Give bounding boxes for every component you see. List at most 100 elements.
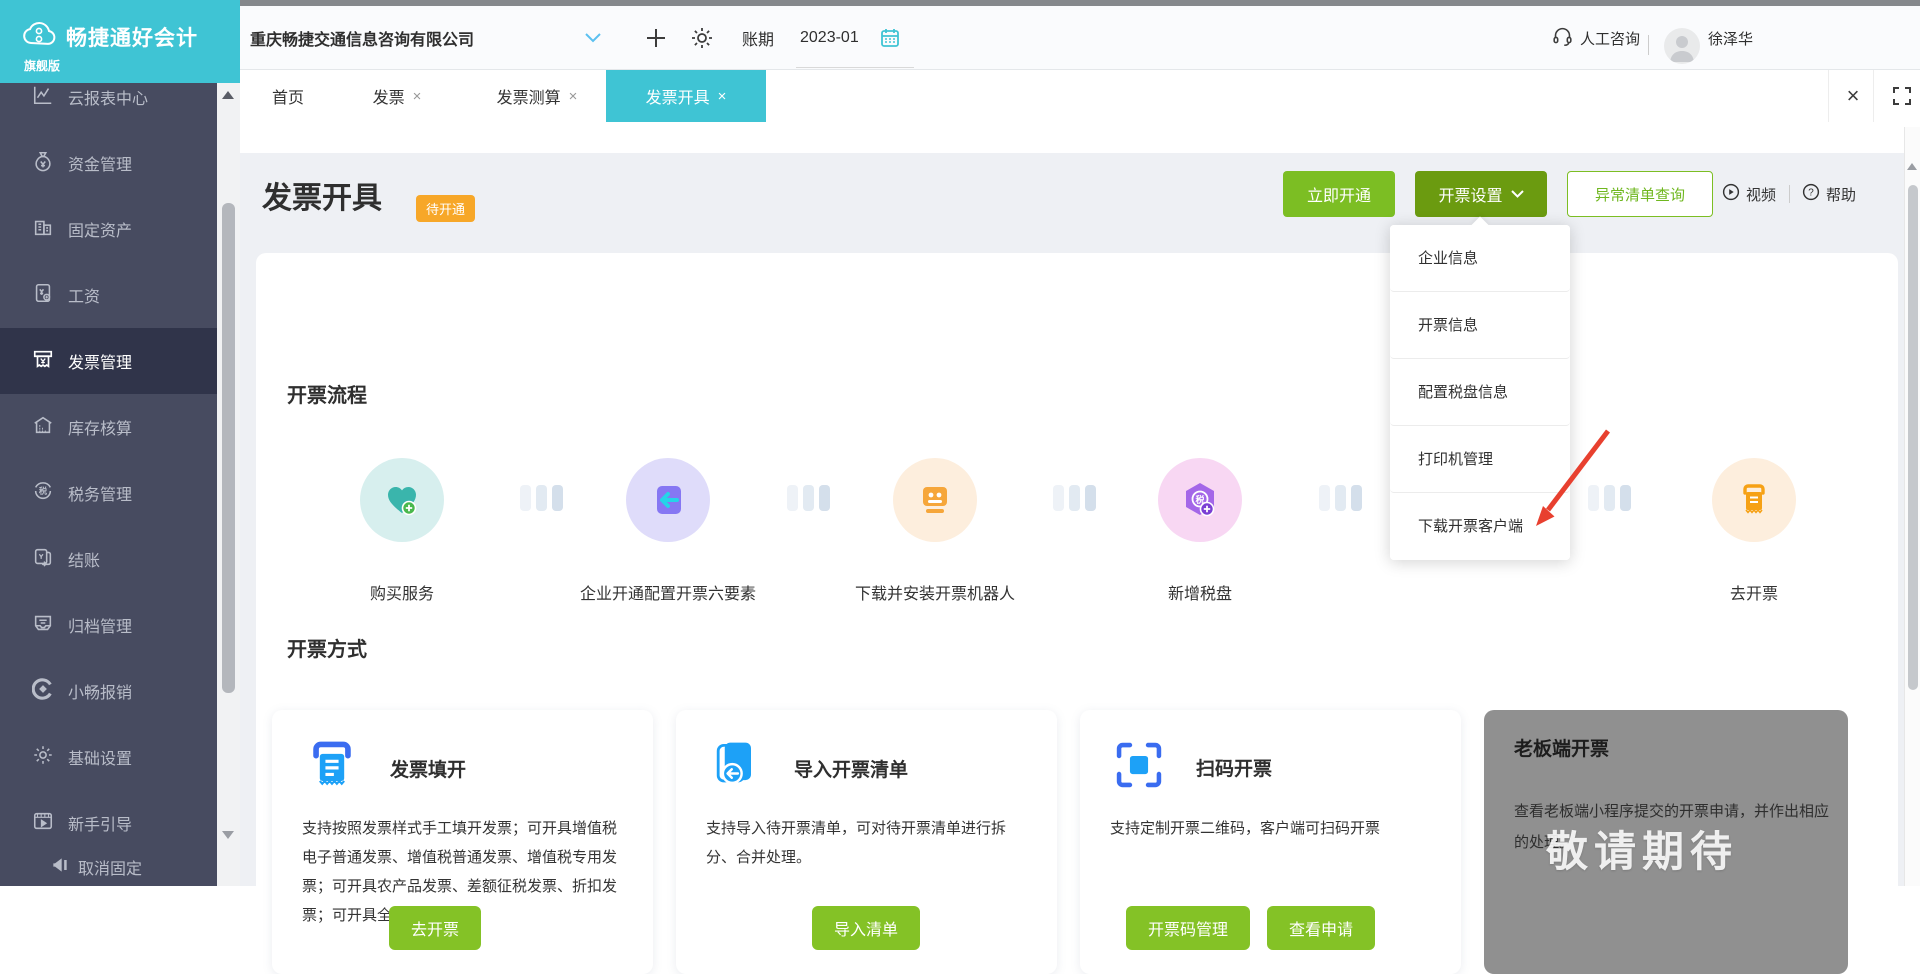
tab-bar: 首页 发票 × 发票测算 × 发票开具 × × bbox=[240, 70, 1920, 153]
flow-step-label: 企业开通配置开票六要素 bbox=[579, 586, 756, 603]
app-title: 畅捷通好会计 bbox=[66, 26, 198, 50]
menu-item-enterprise-info[interactable]: 企业信息 bbox=[1390, 225, 1570, 292]
svg-text:税: 税 bbox=[39, 486, 48, 496]
flow-section-title: 开票流程 bbox=[287, 385, 367, 407]
main-content: 发票开具 待开通 立即开通 开票设置 异常清单查询 视频 ? 帮助 开票流程 开… bbox=[240, 153, 1904, 974]
invoice-machine-icon bbox=[32, 348, 54, 375]
close-all-tabs-button[interactable]: × bbox=[1834, 70, 1872, 122]
app-edition: 旗舰版 bbox=[24, 59, 61, 73]
sidebar-item-archive[interactable]: 归档管理 bbox=[0, 592, 217, 658]
tab-invoice[interactable]: 发票 × bbox=[352, 70, 442, 122]
sidebar-item-guide[interactable]: 新手引导 bbox=[0, 790, 217, 856]
link-divider bbox=[1789, 185, 1790, 203]
sidebar-item-inventory[interactable]: 库存核算 bbox=[0, 394, 217, 460]
card-description: 支持导入待开票清单，可对待开票清单进行拆分、合并处理。 bbox=[706, 820, 1007, 866]
sidebar-scrollbar-thumb[interactable] bbox=[222, 203, 235, 693]
flow-step-buy-service: 购买服务 bbox=[282, 458, 522, 604]
add-account-icon[interactable] bbox=[645, 6, 667, 70]
method-card-scan-code[interactable]: 扫码开票 支持定制开票二维码，客户端可扫码开票 开票码管理 查看申请 bbox=[1080, 710, 1461, 974]
flow-step-label: 新增税盘 bbox=[1167, 586, 1232, 603]
flow-step-enterprise-config: 企业开通配置开票六要素 bbox=[548, 458, 788, 604]
fullscreen-icon[interactable] bbox=[1880, 70, 1920, 122]
page-title: 发票开具 bbox=[262, 182, 382, 215]
sidebar: 云报表中心 资金管理 固定资产 工资 发票管理 库存核算 税 税务管理 结账 归… bbox=[0, 70, 217, 886]
guide-video-icon bbox=[32, 810, 54, 837]
invoice-code-manage-button[interactable]: 开票码管理 bbox=[1126, 906, 1251, 950]
sidebar-item-tax[interactable]: 税 税务管理 bbox=[0, 460, 217, 526]
scroll-up-icon[interactable] bbox=[222, 91, 234, 99]
sidebar-item-invoice[interactable]: 发票管理 bbox=[0, 328, 217, 394]
tabbar-separator bbox=[1873, 70, 1874, 122]
building-icon bbox=[32, 216, 54, 243]
sidebar-item-settings[interactable]: 基础设置 bbox=[0, 724, 217, 790]
method-card-invoice-fill[interactable]: 发票填开 支持按照发票样式手工填开发票；可开具增值税电子普通发票、增值税普通发票… bbox=[272, 710, 653, 974]
card-title: 发票填开 bbox=[390, 760, 467, 781]
tab-close-icon[interactable]: × bbox=[569, 88, 578, 105]
cloud-logo-icon bbox=[22, 20, 58, 53]
method-card-import-list[interactable]: 导入开票清单 支持导入待开票清单，可对待开票清单进行拆分、合并处理。 导入清单 bbox=[676, 710, 1057, 974]
video-link[interactable]: 视频 bbox=[1722, 183, 1776, 205]
warehouse-icon bbox=[32, 414, 54, 441]
checkout-cards-icon bbox=[32, 546, 54, 573]
go-invoice-button[interactable]: 去开票 bbox=[389, 906, 482, 950]
period-label: 账期 bbox=[742, 32, 775, 49]
archive-tray-icon bbox=[32, 612, 54, 639]
question-circle-icon: ? bbox=[1802, 183, 1820, 205]
flow-step-label: 下载并安装开票机器人 bbox=[854, 586, 1015, 603]
card-title: 老板端开票 bbox=[1514, 739, 1610, 760]
topbar-divider bbox=[1648, 35, 1649, 55]
support-link[interactable]: 人工咨询 bbox=[1552, 6, 1640, 70]
chevron-down-icon bbox=[1510, 185, 1524, 203]
blue-import-list-icon bbox=[706, 736, 766, 801]
help-link[interactable]: ? 帮助 bbox=[1802, 183, 1856, 205]
sidebar-scrollbar[interactable] bbox=[217, 83, 240, 886]
period-value[interactable]: 2023-01 bbox=[800, 6, 859, 70]
card-title: 扫码开票 bbox=[1196, 759, 1273, 780]
red-annotation-arrow bbox=[1536, 429, 1610, 526]
menu-item-tax-disk-config[interactable]: 配置税盘信息 bbox=[1390, 359, 1570, 426]
heart-plus-icon bbox=[360, 458, 444, 542]
orange-printer-icon bbox=[1712, 458, 1796, 542]
invoice-settings-button[interactable]: 开票设置 bbox=[1415, 171, 1547, 217]
card-description: 支持定制开票二维码，客户端可扫码开票 bbox=[1110, 820, 1381, 837]
activate-now-button[interactable]: 立即开通 bbox=[1283, 171, 1395, 217]
card-title: 导入开票清单 bbox=[794, 760, 909, 781]
sidebar-item-closing[interactable]: 结账 bbox=[0, 526, 217, 592]
avatar[interactable] bbox=[1664, 28, 1700, 64]
tax-icon: 税 bbox=[32, 480, 54, 507]
payroll-doc-icon bbox=[32, 282, 54, 309]
main-scrollbar-thumb[interactable] bbox=[1908, 185, 1918, 690]
tab-close-icon[interactable]: × bbox=[413, 88, 422, 105]
sidebar-item-payroll[interactable]: 工资 bbox=[0, 262, 217, 328]
method-card-boss-invoice: 老板端开票 查看老板端小程序提交的开票申请，并作出相应的处理。 敬请期待 bbox=[1484, 710, 1848, 974]
play-circle-icon bbox=[1722, 183, 1740, 205]
chevron-down-icon[interactable] bbox=[585, 6, 601, 70]
main-scrollbar[interactable] bbox=[1904, 127, 1920, 886]
sidebar-item-reimburse[interactable]: 小畅报销 bbox=[0, 658, 217, 724]
tab-invoice-issue[interactable]: 发票开具 × bbox=[606, 70, 766, 122]
blue-invoice-printer-icon bbox=[302, 736, 362, 801]
tab-invoice-calc[interactable]: 发票测算 × bbox=[476, 70, 598, 122]
company-name[interactable]: 重庆畅捷交通信息咨询有限公司 bbox=[250, 6, 474, 70]
calendar-icon[interactable] bbox=[880, 6, 900, 70]
gear-icon[interactable] bbox=[690, 6, 714, 70]
status-badge: 待开通 bbox=[416, 195, 476, 222]
tabbar-separator bbox=[1828, 70, 1829, 122]
import-list-button[interactable]: 导入清单 bbox=[812, 906, 921, 950]
app-logo: 畅捷通好会计 旗舰版 bbox=[0, 0, 240, 83]
tab-home[interactable]: 首页 bbox=[258, 70, 318, 122]
scroll-up-icon[interactable] bbox=[1907, 163, 1917, 170]
menu-item-invoicing-info[interactable]: 开票信息 bbox=[1390, 292, 1570, 359]
robot-invoice-icon bbox=[893, 458, 977, 542]
scroll-down-icon[interactable] bbox=[222, 831, 234, 839]
sidebar-item-fixed-assets[interactable]: 固定资产 bbox=[0, 196, 217, 262]
tab-close-icon[interactable]: × bbox=[718, 88, 727, 105]
abnormal-list-query-button[interactable]: 异常清单查询 bbox=[1567, 171, 1713, 217]
headset-icon bbox=[1552, 26, 1573, 51]
sidebar-item-funds[interactable]: 资金管理 bbox=[0, 130, 217, 196]
blue-scan-code-icon bbox=[1110, 736, 1168, 799]
methods-section-title: 开票方式 bbox=[287, 639, 367, 661]
sidebar-unpin-button[interactable]: 取消固定 bbox=[50, 848, 142, 886]
username[interactable]: 徐泽华 bbox=[1708, 6, 1753, 70]
view-request-button[interactable]: 查看申请 bbox=[1267, 906, 1376, 950]
